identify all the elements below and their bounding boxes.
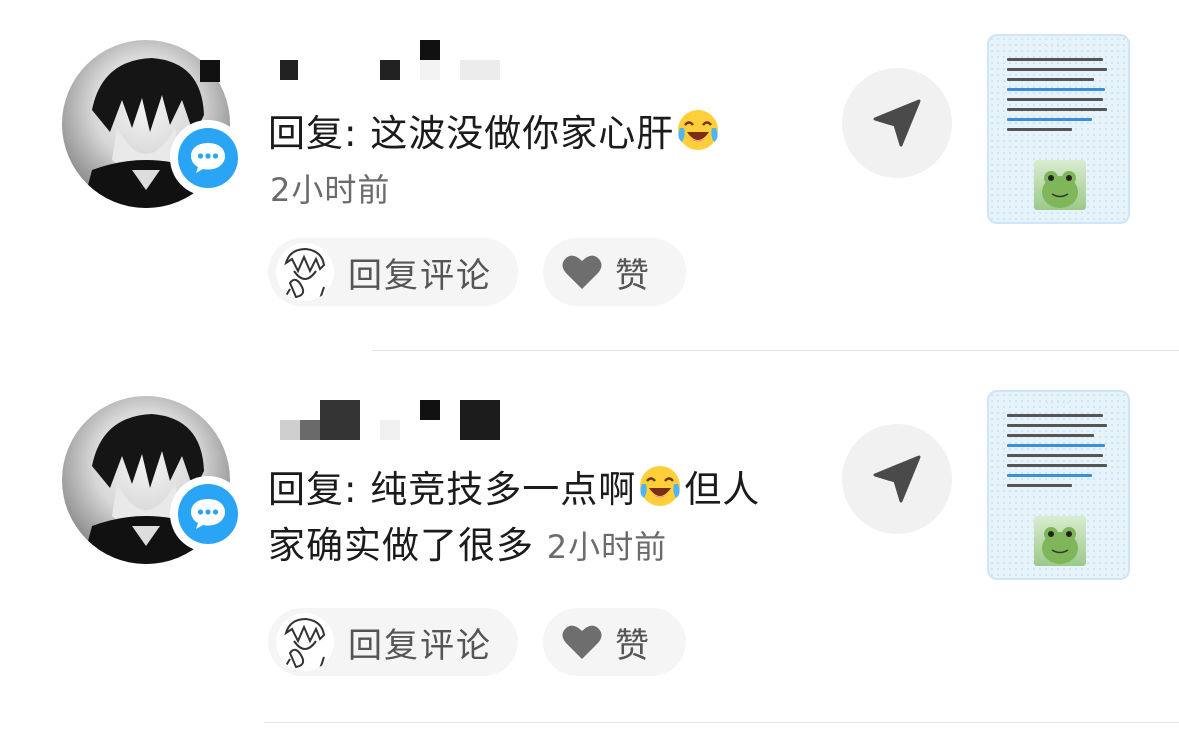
divider — [372, 350, 1179, 351]
reply-content-line2: 家确实做了很多 — [268, 524, 534, 567]
reply-prefix: 回复: — [268, 468, 371, 511]
chat-bubble-icon — [191, 499, 225, 529]
chat-bubble-icon — [191, 143, 225, 173]
user-avatar[interactable] — [62, 396, 246, 564]
notification-item[interactable]: 回复: 这波没做你家心肝 2小时前 回复评论 赞 · · · · · — [0, 0, 1179, 350]
reply-prefix: 回复: — [268, 112, 371, 155]
thumbnail-text-lines — [989, 50, 1128, 131]
timestamp: 2小时前 — [546, 528, 668, 566]
send-arrow-icon — [873, 99, 921, 147]
send-arrow-icon — [873, 455, 921, 503]
reply-text: 回复: 这波没做你家心肝 — [268, 106, 722, 162]
reply-content: 这波没做你家心肝 — [370, 112, 675, 155]
frog-sticker-image — [1034, 160, 1086, 210]
my-avatar — [276, 613, 334, 671]
my-avatar — [276, 243, 334, 301]
notification-list: 回复: 这波没做你家心肝 2小时前 回复评论 赞 · · · · · 回复: 纯… — [0, 0, 1179, 732]
reply-comment-button[interactable]: 回复评论 — [268, 238, 518, 306]
frog-sticker-image — [1034, 516, 1086, 566]
like-label: 赞 — [615, 255, 651, 296]
like-button[interactable]: 赞 — [543, 608, 686, 676]
crying-laughing-emoji-icon — [640, 466, 681, 506]
reply-comment-label: 回复评论 — [348, 255, 492, 296]
username-redacted[interactable] — [268, 400, 508, 440]
username-redacted[interactable] — [200, 40, 508, 82]
comment-badge — [170, 476, 246, 552]
divider — [264, 722, 1179, 723]
thumbnail-text-lines — [989, 406, 1128, 487]
send-button[interactable] — [842, 424, 952, 534]
reply-comment-label: 回复评论 — [348, 625, 492, 666]
heart-icon — [562, 625, 602, 659]
comment-badge — [170, 120, 246, 196]
timestamp: 2小时前 — [270, 171, 391, 209]
post-thumbnail[interactable]: · · · · · — [987, 34, 1130, 224]
post-thumbnail[interactable]: · · · · · — [987, 390, 1130, 580]
reply-content-continued: 但人 — [684, 468, 761, 511]
crying-laughing-emoji-icon — [678, 110, 719, 150]
like-button[interactable]: 赞 — [543, 238, 686, 306]
notification-item[interactable]: 回复: 纯竞技多一点啊 但人 家确实做了很多 2小时前 回复评论 赞 · · ·… — [0, 352, 1179, 722]
reply-text: 回复: 纯竞技多一点啊 但人家确实做了很多 2小时前 — [268, 462, 760, 575]
send-button[interactable] — [842, 68, 952, 178]
reply-comment-button[interactable]: 回复评论 — [268, 608, 518, 676]
reply-content: 纯竞技多一点啊 — [370, 468, 637, 511]
like-label: 赞 — [615, 625, 651, 666]
heart-icon — [562, 255, 602, 289]
